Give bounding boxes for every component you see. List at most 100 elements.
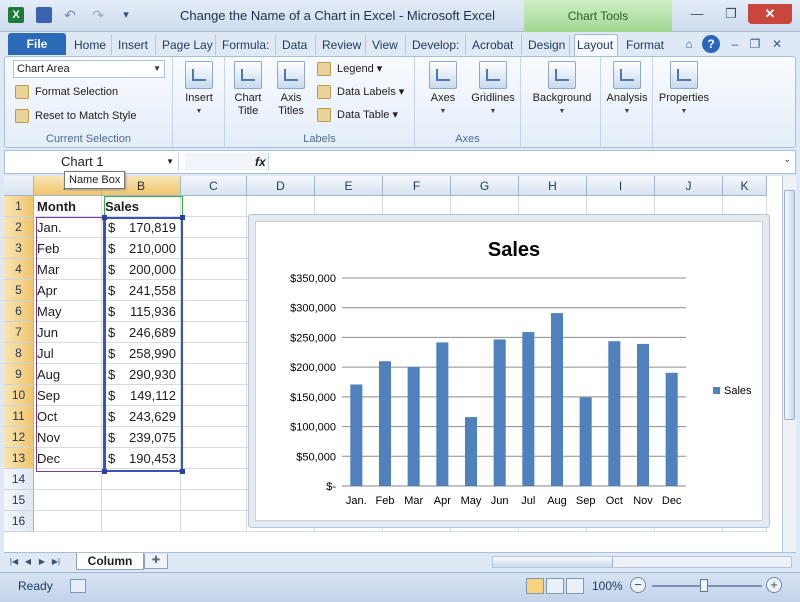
cell[interactable]	[181, 427, 247, 448]
column-header-f[interactable]: F	[383, 176, 451, 196]
cell-sales[interactable]: $115,936	[102, 301, 181, 322]
cell[interactable]	[181, 280, 247, 301]
row-header[interactable]: 10	[4, 385, 34, 406]
insert-worksheet-icon[interactable]: ✚	[144, 554, 168, 569]
cell-month[interactable]: Feb	[34, 238, 102, 259]
zoom-level[interactable]: 100%	[592, 579, 623, 593]
cell-sales[interactable]: $190,453	[102, 448, 181, 469]
save-icon[interactable]	[36, 7, 52, 23]
column-header-g[interactable]: G	[451, 176, 519, 196]
column-header-h[interactable]: H	[519, 176, 587, 196]
vertical-scrollbar[interactable]	[782, 176, 796, 552]
cell-month[interactable]: Jun	[34, 322, 102, 343]
cell-sales[interactable]: $239,075	[102, 427, 181, 448]
home-icon[interactable]: ⌂	[680, 35, 698, 53]
cell-header-sales[interactable]: Sales	[102, 196, 181, 217]
vertical-scroll-thumb[interactable]	[784, 190, 795, 420]
cell-sales[interactable]: $241,558	[102, 280, 181, 301]
macro-record-icon[interactable]	[70, 579, 86, 593]
tab-formulas[interactable]: Formula:	[220, 35, 276, 55]
undo-icon[interactable]: ↶	[62, 7, 78, 23]
row-header[interactable]: 16	[4, 511, 34, 532]
name-box[interactable]: Chart 1 ▼	[9, 153, 179, 171]
worksheet-grid[interactable]: ABCDEFGHIJK 12345678910111213141516 Mont…	[4, 176, 796, 552]
tab-home[interactable]: Home	[72, 35, 112, 55]
cell[interactable]	[181, 301, 247, 322]
normal-view-icon[interactable]	[526, 578, 544, 594]
last-sheet-icon[interactable]: ▶|	[50, 555, 62, 569]
format-selection-button[interactable]: Format Selection	[15, 84, 118, 100]
chevron-down-icon[interactable]: ▼	[166, 153, 174, 171]
row-header[interactable]: 3	[4, 238, 34, 259]
cell-sales[interactable]: $170,819	[102, 217, 181, 238]
insert-button[interactable]: Insert ▼	[179, 61, 219, 118]
cell[interactable]	[181, 490, 247, 511]
close-button[interactable]: ✕	[748, 4, 792, 24]
page-break-preview-icon[interactable]	[566, 578, 584, 594]
column-header-j[interactable]: J	[655, 176, 723, 196]
cell-month[interactable]: Nov	[34, 427, 102, 448]
cell-sales[interactable]: $243,629	[102, 406, 181, 427]
cell[interactable]	[181, 406, 247, 427]
expand-formula-bar-icon[interactable]: ⌄	[783, 154, 791, 165]
redo-icon[interactable]: ↷	[90, 7, 106, 23]
close-workbook-icon[interactable]: ✕	[768, 35, 786, 53]
row-header[interactable]: 14	[4, 469, 34, 490]
cell[interactable]	[181, 448, 247, 469]
row-header[interactable]: 6	[4, 301, 34, 322]
row-header[interactable]: 15	[4, 490, 34, 511]
zoom-slider-thumb[interactable]	[700, 579, 708, 592]
minimize-button[interactable]: —	[680, 4, 714, 24]
cell[interactable]	[181, 469, 247, 490]
next-sheet-icon[interactable]: ▶	[36, 555, 48, 569]
cell[interactable]	[181, 511, 247, 532]
row-header[interactable]: 7	[4, 322, 34, 343]
tab-layout[interactable]: Layout	[574, 34, 618, 56]
axis-titles-button[interactable]: Axis Titles	[271, 61, 311, 118]
select-all-corner[interactable]	[4, 176, 34, 196]
row-header[interactable]: 8	[4, 343, 34, 364]
cell-month[interactable]: Apr	[34, 280, 102, 301]
legend-button[interactable]: Legend ▾	[317, 61, 382, 77]
cell-month[interactable]: Aug	[34, 364, 102, 385]
chart-title-button[interactable]: Chart Title	[227, 61, 269, 118]
cell-sales[interactable]: $200,000	[102, 259, 181, 280]
tab-file[interactable]: File	[8, 33, 66, 55]
column-header-i[interactable]: I	[587, 176, 655, 196]
column-header-k[interactable]: K	[723, 176, 767, 196]
insert-function-icon[interactable]: fx	[255, 153, 266, 171]
cell-sales[interactable]: $290,930	[102, 364, 181, 385]
row-header[interactable]: 1	[4, 196, 34, 217]
analysis-button[interactable]: Analysis ▼	[603, 61, 651, 118]
cell-sales[interactable]: $210,000	[102, 238, 181, 259]
tab-format[interactable]: Format	[624, 35, 670, 55]
tab-data[interactable]: Data	[280, 35, 316, 55]
data-table-button[interactable]: Data Table ▾	[317, 107, 398, 123]
axes-button[interactable]: Axes ▼	[423, 61, 463, 118]
cell[interactable]	[181, 322, 247, 343]
cell[interactable]	[181, 385, 247, 406]
zoom-out-icon[interactable]: −	[630, 577, 646, 593]
tab-developer[interactable]: Develop:	[410, 35, 466, 55]
row-header[interactable]: 5	[4, 280, 34, 301]
tab-page-layout[interactable]: Page Lay	[160, 35, 216, 55]
cell[interactable]	[34, 469, 102, 490]
sheet-tab-column[interactable]: Column	[76, 553, 144, 570]
first-sheet-icon[interactable]: |◀	[8, 555, 20, 569]
cell-month[interactable]: Oct	[34, 406, 102, 427]
maximize-button[interactable]: ❐	[714, 4, 748, 24]
cell-sales[interactable]: $246,689	[102, 322, 181, 343]
row-header[interactable]: 9	[4, 364, 34, 385]
row-header[interactable]: 13	[4, 448, 34, 469]
horizontal-scroll-thumb[interactable]	[493, 557, 613, 567]
cell-month[interactable]: Jan.	[34, 217, 102, 238]
cell-month[interactable]: Mar	[34, 259, 102, 280]
prev-sheet-icon[interactable]: ◀	[22, 555, 34, 569]
chart-area[interactable]: Sales $- $50,000 $100,000 $150,000 $200,000 $2…	[255, 221, 763, 521]
help-icon[interactable]: ?	[702, 35, 720, 53]
row-header[interactable]: 11	[4, 406, 34, 427]
properties-button[interactable]: Properties ▼	[655, 61, 713, 118]
cell-header-month[interactable]: Month	[34, 196, 102, 217]
cell[interactable]	[181, 238, 247, 259]
tab-acrobat[interactable]: Acrobat	[470, 35, 522, 55]
